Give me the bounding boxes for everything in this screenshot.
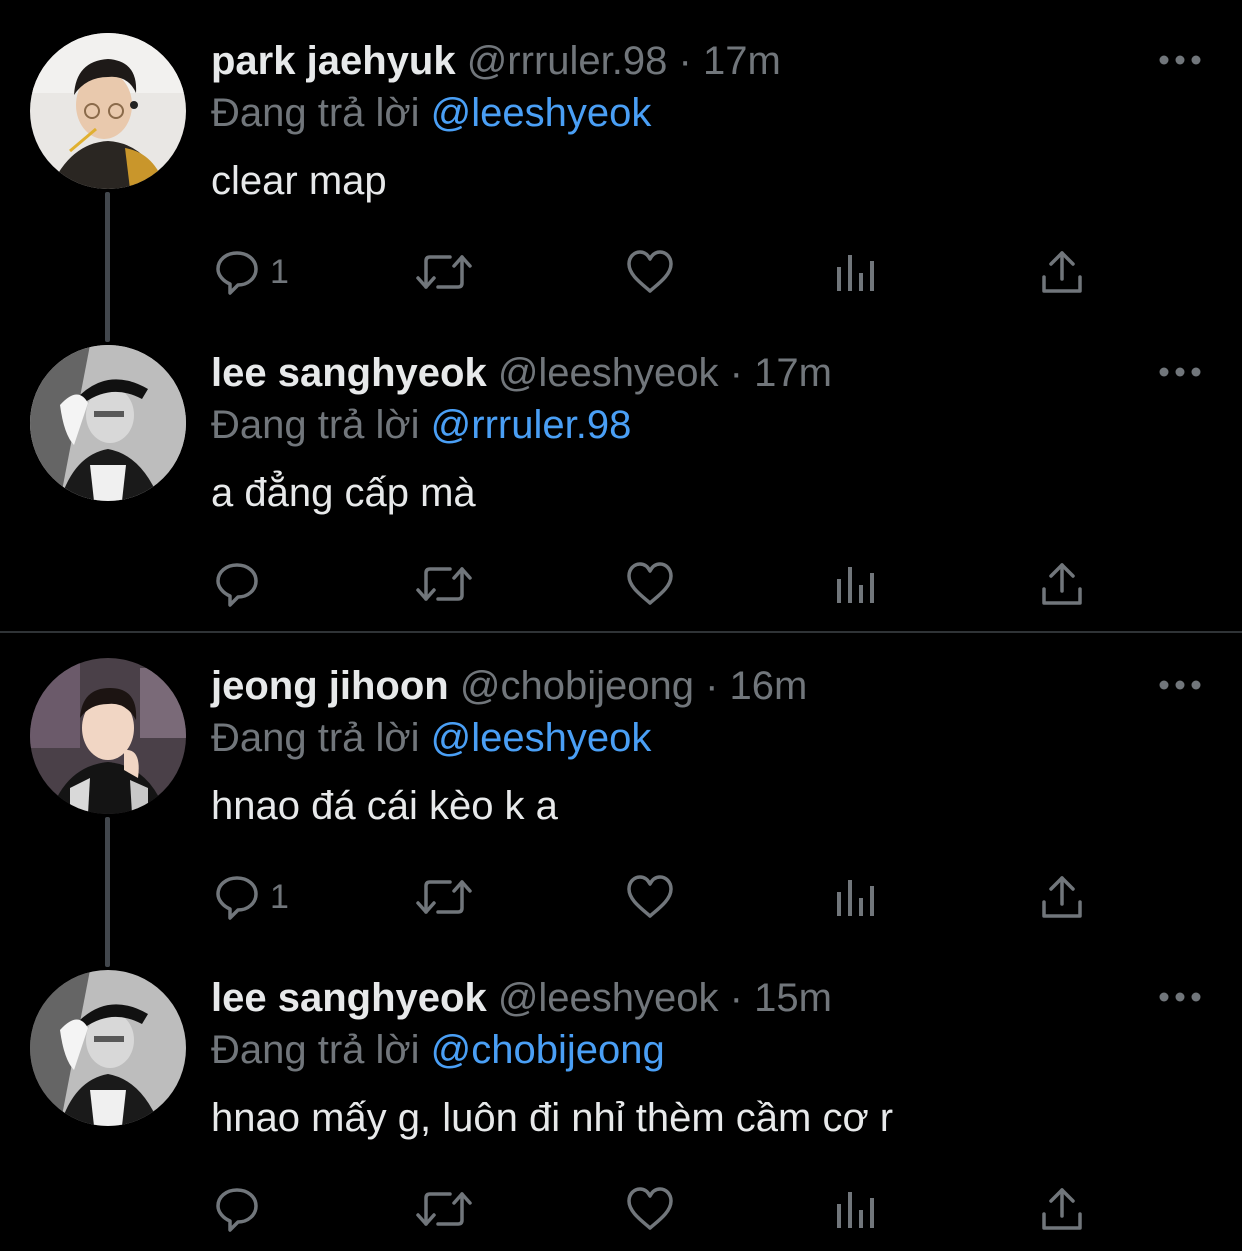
reply-button[interactable] bbox=[212, 1181, 270, 1237]
replying-to-label: Đang trả lời bbox=[211, 716, 420, 760]
analytics-bars-icon bbox=[837, 255, 874, 291]
user-handle[interactable]: @rrruler.98 bbox=[467, 39, 668, 83]
avatar-park-jaehyuk[interactable] bbox=[30, 33, 186, 189]
user-handle[interactable]: @leeshyeok bbox=[498, 976, 719, 1020]
share-upload-icon bbox=[1042, 876, 1082, 918]
tweet-4[interactable]: lee sanghyeok @leeshyeok · 15m Đang trả … bbox=[0, 937, 1242, 1249]
display-name[interactable]: jeong jihoon bbox=[211, 664, 449, 708]
retweet-button[interactable] bbox=[414, 556, 474, 612]
retweet-icon bbox=[416, 880, 472, 914]
more-options-button[interactable] bbox=[1158, 677, 1202, 693]
timestamp[interactable]: 17m bbox=[703, 39, 781, 83]
more-horizontal-icon bbox=[1159, 367, 1201, 377]
tweet-1[interactable]: park jaehyuk @rrruler.98 · 17m Đang trả … bbox=[0, 0, 1242, 342]
like-button[interactable] bbox=[624, 869, 676, 925]
user-handle[interactable]: @leeshyeok bbox=[498, 351, 719, 395]
tweet-header: lee sanghyeok @leeshyeok · 15m bbox=[211, 973, 832, 1023]
tweet-3[interactable]: jeong jihoon @chobijeong · 16m Đang trả … bbox=[0, 625, 1242, 967]
tweet-actions: 1 bbox=[0, 244, 1242, 300]
reply-bubble-icon bbox=[216, 251, 258, 295]
replying-to: Đang trả lời @rrruler.98 bbox=[211, 400, 631, 450]
replying-to: Đang trả lời @leeshyeok bbox=[211, 713, 651, 763]
more-options-button[interactable] bbox=[1158, 989, 1202, 1005]
timestamp[interactable]: 16m bbox=[730, 664, 808, 708]
avatar-jeong-jihoon[interactable] bbox=[30, 658, 186, 814]
replying-to-label: Đang trả lời bbox=[211, 91, 420, 135]
more-horizontal-icon bbox=[1159, 55, 1201, 65]
heart-icon bbox=[627, 875, 673, 918]
user-handle[interactable]: @chobijeong bbox=[460, 664, 694, 708]
heart-icon bbox=[627, 250, 673, 293]
replying-to-handle[interactable]: @leeshyeok bbox=[431, 91, 652, 135]
reply-count: 1 bbox=[270, 877, 289, 916]
share-button[interactable] bbox=[1038, 556, 1086, 612]
separator-dot: · bbox=[729, 351, 743, 395]
share-upload-icon bbox=[1042, 251, 1082, 293]
tweet-header: lee sanghyeok @leeshyeok · 17m bbox=[211, 348, 832, 398]
replying-to-handle[interactable]: @chobijeong bbox=[431, 1028, 665, 1072]
tweet-text: hnao đá cái kèo k a bbox=[211, 784, 558, 828]
tweet-text: a đẳng cấp mà bbox=[211, 471, 476, 515]
reply-bubble-icon bbox=[216, 876, 258, 920]
tweet-header: park jaehyuk @rrruler.98 · 17m bbox=[211, 36, 781, 86]
retweet-icon bbox=[416, 1192, 472, 1226]
timestamp[interactable]: 15m bbox=[754, 976, 832, 1020]
tweet-text: clear map bbox=[211, 159, 387, 203]
like-button[interactable] bbox=[624, 244, 676, 300]
tweet-actions bbox=[0, 1181, 1242, 1237]
views-button[interactable] bbox=[834, 1181, 878, 1237]
replying-to: Đang trả lời @leeshyeok bbox=[211, 88, 651, 138]
tweet-2[interactable]: lee sanghyeok @leeshyeok · 17m Đang trả … bbox=[0, 312, 1242, 624]
reply-button[interactable]: 1 bbox=[212, 244, 289, 300]
replying-to-handle[interactable]: @rrruler.98 bbox=[431, 403, 632, 447]
views-button[interactable] bbox=[834, 869, 878, 925]
analytics-bars-icon bbox=[837, 567, 874, 603]
avatar-lee-sanghyeok[interactable] bbox=[30, 345, 186, 501]
like-button[interactable] bbox=[624, 1181, 676, 1237]
tweet-text: hnao mấy g, luôn đi nhỉ thèm cầm cơ r bbox=[211, 1096, 894, 1140]
separator-dot: · bbox=[678, 39, 692, 83]
like-button[interactable] bbox=[624, 556, 676, 612]
share-upload-icon bbox=[1042, 563, 1082, 605]
timestamp[interactable]: 17m bbox=[754, 351, 832, 395]
replying-to-label: Đang trả lời bbox=[211, 1028, 420, 1072]
reply-button[interactable]: 1 bbox=[212, 869, 289, 925]
retweet-icon bbox=[416, 255, 472, 289]
reply-bubble-icon bbox=[216, 563, 258, 607]
reply-button[interactable] bbox=[212, 556, 270, 612]
retweet-icon bbox=[416, 567, 472, 601]
reply-bubble-icon bbox=[216, 1188, 258, 1232]
replying-to: Đang trả lời @chobijeong bbox=[211, 1025, 665, 1075]
retweet-button[interactable] bbox=[414, 869, 474, 925]
retweet-button[interactable] bbox=[414, 1181, 474, 1237]
tweet-actions: 1 bbox=[0, 869, 1242, 925]
share-button[interactable] bbox=[1038, 1181, 1086, 1237]
analytics-bars-icon bbox=[837, 880, 874, 916]
display-name[interactable]: lee sanghyeok bbox=[211, 976, 487, 1020]
share-button[interactable] bbox=[1038, 244, 1086, 300]
reply-count: 1 bbox=[270, 252, 289, 291]
separator-dot: · bbox=[729, 976, 743, 1020]
retweet-button[interactable] bbox=[414, 244, 474, 300]
analytics-bars-icon bbox=[837, 1192, 874, 1228]
replying-to-label: Đang trả lời bbox=[211, 403, 420, 447]
share-button[interactable] bbox=[1038, 869, 1086, 925]
views-button[interactable] bbox=[834, 244, 878, 300]
views-button[interactable] bbox=[834, 556, 878, 612]
avatar-lee-sanghyeok[interactable] bbox=[30, 970, 186, 1126]
tweet-actions bbox=[0, 556, 1242, 612]
heart-icon bbox=[627, 562, 673, 605]
display-name[interactable]: park jaehyuk bbox=[211, 39, 456, 83]
tweet-header: jeong jihoon @chobijeong · 16m bbox=[211, 661, 807, 711]
more-horizontal-icon bbox=[1159, 992, 1201, 1002]
share-upload-icon bbox=[1042, 1188, 1082, 1230]
heart-icon bbox=[627, 1187, 673, 1230]
display-name[interactable]: lee sanghyeok bbox=[211, 351, 487, 395]
separator-dot: · bbox=[705, 664, 719, 708]
replying-to-handle[interactable]: @leeshyeok bbox=[431, 716, 652, 760]
more-options-button[interactable] bbox=[1158, 364, 1202, 380]
more-options-button[interactable] bbox=[1158, 52, 1202, 68]
more-horizontal-icon bbox=[1159, 680, 1201, 690]
